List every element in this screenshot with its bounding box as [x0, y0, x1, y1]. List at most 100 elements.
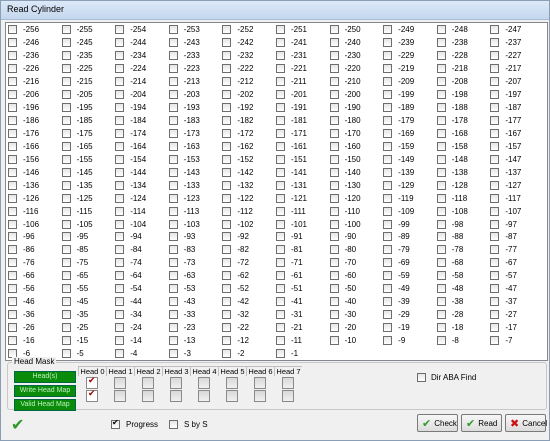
cylinder-checkbox[interactable] [115, 115, 125, 125]
cylinder-checkbox[interactable] [61, 50, 71, 60]
cylinder-item[interactable]: -182 [222, 114, 276, 127]
cylinder-item[interactable]: -246 [8, 36, 62, 49]
cylinder-item[interactable]: -140 [329, 166, 384, 179]
cylinder-checkbox[interactable] [436, 258, 446, 268]
cylinder-item[interactable]: -132 [222, 179, 276, 192]
cylinder-item[interactable]: -88 [436, 231, 491, 244]
cylinder-checkbox[interactable] [168, 232, 178, 242]
cylinder-item[interactable]: -236 [8, 49, 62, 62]
cylinder-item[interactable]: -150 [329, 153, 384, 166]
cylinder-item[interactable]: -196 [8, 101, 62, 114]
cylinder-item[interactable]: -159 [383, 140, 437, 153]
cylinder-item[interactable]: -230 [329, 49, 384, 62]
cylinder-checkbox[interactable] [168, 206, 178, 216]
cylinder-checkbox[interactable] [490, 128, 500, 138]
cylinder-checkbox[interactable] [222, 37, 232, 47]
cylinder-checkbox[interactable] [436, 206, 446, 216]
cylinder-item[interactable]: -77 [490, 243, 544, 256]
cylinder-item[interactable]: -204 [115, 88, 169, 101]
cylinder-item[interactable]: -124 [115, 192, 169, 205]
write-head-map-checkbox[interactable] [226, 377, 238, 389]
cancel-button[interactable]: ✖ Cancel [505, 414, 547, 432]
cylinder-checkbox[interactable] [436, 89, 446, 99]
cylinder-checkbox[interactable] [115, 89, 125, 99]
cylinder-item[interactable]: -180 [329, 114, 384, 127]
cylinder-item[interactable]: -26 [8, 321, 62, 334]
cylinder-checkbox[interactable] [61, 349, 71, 359]
cylinder-item[interactable]: -144 [115, 166, 169, 179]
cylinder-item[interactable]: -225 [61, 62, 116, 75]
cylinder-checkbox[interactable] [383, 323, 393, 333]
cylinder-item[interactable]: -187 [490, 101, 544, 114]
cylinder-checkbox[interactable] [275, 24, 285, 34]
cylinder-checkbox[interactable] [222, 284, 232, 294]
cylinder-checkbox[interactable] [436, 271, 446, 281]
cylinder-item[interactable]: -149 [383, 153, 437, 166]
cylinder-checkbox[interactable] [490, 50, 500, 60]
cylinder-item[interactable]: -43 [168, 295, 223, 308]
cylinder-checkbox[interactable] [275, 180, 285, 190]
cylinder-checkbox[interactable] [329, 284, 339, 294]
cylinder-checkbox[interactable] [8, 63, 17, 73]
cylinder-checkbox[interactable] [222, 206, 232, 216]
cylinder-item[interactable]: -40 [329, 295, 384, 308]
read-button[interactable]: ✔ Read [461, 414, 502, 432]
cylinder-checkbox[interactable] [61, 271, 71, 281]
cylinder-checkbox[interactable] [8, 24, 17, 34]
cylinder-checkbox[interactable] [8, 180, 17, 190]
cylinder-item[interactable]: -36 [8, 308, 62, 321]
cylinder-item[interactable]: -29 [383, 308, 437, 321]
valid-head-map-checkbox[interactable] [282, 390, 294, 402]
cylinder-checkbox[interactable] [168, 258, 178, 268]
cylinder-checkbox[interactable] [61, 310, 71, 320]
cylinder-item[interactable]: -158 [436, 140, 491, 153]
cylinder-item[interactable]: -32 [222, 308, 276, 321]
progress-option[interactable]: Progress [111, 418, 158, 429]
cylinder-checkbox[interactable] [490, 76, 500, 86]
cylinder-item[interactable]: -206 [8, 88, 62, 101]
cylinder-checkbox[interactable] [490, 167, 500, 177]
cylinder-checkbox[interactable] [222, 154, 232, 164]
cylinder-checkbox[interactable] [222, 297, 232, 307]
cylinder-checkbox[interactable] [8, 336, 17, 346]
cylinder-item[interactable]: -157 [490, 140, 544, 153]
cylinder-item[interactable]: -59 [383, 269, 437, 282]
cylinder-item[interactable]: -22 [222, 321, 276, 334]
cylinder-item[interactable]: -126 [8, 192, 62, 205]
dir-aba-find-checkbox[interactable] [417, 373, 426, 382]
cylinder-checkbox[interactable] [115, 310, 125, 320]
cylinder-item[interactable]: -174 [115, 127, 169, 140]
cylinder-checkbox[interactable] [168, 310, 178, 320]
cylinder-checkbox[interactable] [8, 89, 17, 99]
cylinder-item[interactable]: -28 [436, 308, 491, 321]
cylinder-checkbox[interactable] [115, 50, 125, 60]
cylinder-checkbox[interactable] [383, 193, 393, 203]
cylinder-item[interactable]: -41 [275, 295, 330, 308]
cylinder-item[interactable]: -107 [490, 205, 544, 218]
cylinder-item[interactable]: -33 [168, 308, 223, 321]
cylinder-checkbox[interactable] [329, 167, 339, 177]
cylinder-item[interactable]: -166 [8, 140, 62, 153]
cylinder-item[interactable]: -44 [115, 295, 169, 308]
cylinder-item[interactable]: -98 [436, 218, 491, 231]
cylinder-item[interactable]: -189 [383, 101, 437, 114]
cylinder-item[interactable]: -14 [115, 334, 169, 347]
dir-aba-find-option[interactable]: Dir ABA Find [417, 373, 476, 382]
cylinder-checkbox[interactable] [222, 258, 232, 268]
cylinder-checkbox[interactable] [115, 37, 125, 47]
cylinder-item[interactable]: -253 [168, 23, 223, 36]
cylinder-checkbox[interactable] [490, 180, 500, 190]
cylinder-checkbox[interactable] [222, 63, 232, 73]
cylinder-checkbox[interactable] [222, 50, 232, 60]
cylinder-checkbox[interactable] [168, 245, 178, 255]
cylinder-item[interactable]: -57 [490, 269, 544, 282]
cylinder-checkbox[interactable] [8, 323, 17, 333]
check-button[interactable]: ✔ Check [417, 414, 458, 432]
cylinder-checkbox[interactable] [275, 206, 285, 216]
cylinder-checkbox[interactable] [275, 271, 285, 281]
cylinder-checkbox[interactable] [490, 232, 500, 242]
cylinder-item[interactable]: -92 [222, 231, 276, 244]
cylinder-checkbox[interactable] [329, 310, 339, 320]
cylinder-checkbox[interactable] [490, 63, 500, 73]
cylinder-item[interactable]: -63 [168, 269, 223, 282]
